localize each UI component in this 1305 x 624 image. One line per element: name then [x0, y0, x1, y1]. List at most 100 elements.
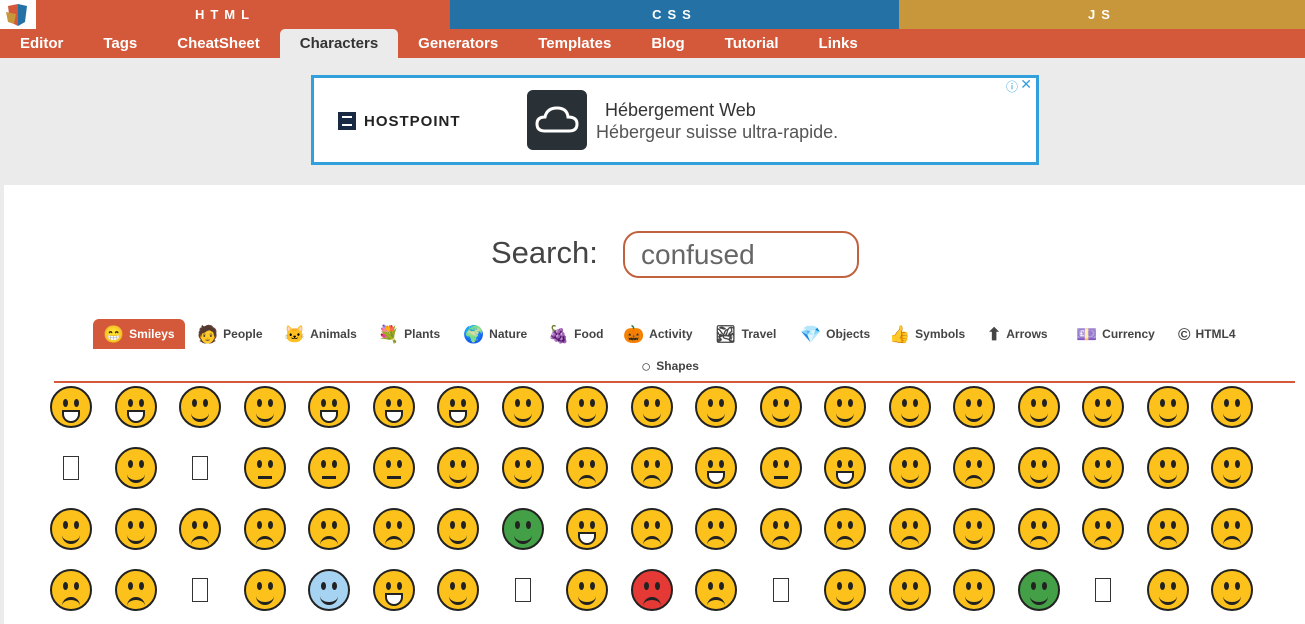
rolling-on-floor-laughing-icon[interactable]	[241, 383, 289, 431]
hushed-face-icon[interactable]	[692, 444, 740, 492]
hugging-face-icon[interactable]	[1208, 383, 1256, 431]
category-tab-nature[interactable]: 🌍 Nature	[463, 319, 527, 349]
face-with-tears-of-joy-icon[interactable]	[176, 383, 224, 431]
category-tab-shapes[interactable]: ○ Shapes	[641, 351, 699, 381]
grinning-sweat-icon[interactable]	[434, 383, 482, 431]
money-mouth-face-icon[interactable]	[499, 505, 547, 553]
winking-tongue-icon[interactable]	[1208, 444, 1256, 492]
neutral-face-icon[interactable]	[241, 444, 289, 492]
angry-face-icon[interactable]	[692, 566, 740, 614]
smirking-face-icon[interactable]	[499, 444, 547, 492]
winking-face-icon[interactable]	[563, 383, 611, 431]
heart-eyes-icon[interactable]	[821, 383, 869, 431]
expressionless-face-icon[interactable]	[305, 444, 353, 492]
confounded-face-icon[interactable]	[757, 505, 805, 553]
missing-glyph-icon[interactable]	[757, 566, 805, 614]
face-with-thermometer-icon[interactable]	[886, 566, 934, 614]
info-icon[interactable]: ⓘ	[1006, 78, 1018, 95]
slightly-smiling-face-icon[interactable]	[1144, 383, 1192, 431]
astonished-face-icon[interactable]	[563, 505, 611, 553]
missing-glyph-icon[interactable]	[176, 444, 224, 492]
face-rolling-eyes-icon[interactable]	[434, 444, 482, 492]
slightly-frowning-face-icon[interactable]	[692, 505, 740, 553]
pouting-face-icon[interactable]	[628, 566, 676, 614]
face-with-steam-icon[interactable]	[950, 505, 998, 553]
anxious-sweat-icon[interactable]	[305, 566, 353, 614]
tired-face-icon[interactable]	[950, 444, 998, 492]
category-tab-plants[interactable]: 💐 Plants	[378, 319, 440, 349]
frowning-open-mouth-icon[interactable]	[1144, 505, 1192, 553]
zipper-mouth-face-icon[interactable]	[757, 444, 805, 492]
nav-item-generators[interactable]: Generators	[398, 29, 518, 58]
category-tab-arrows[interactable]: ⬆ Arrows	[987, 319, 1048, 349]
nav-item-blog[interactable]: Blog	[631, 29, 704, 58]
grimacing-face-icon[interactable]	[241, 566, 289, 614]
category-tab-currency[interactable]: 💷 Currency	[1076, 319, 1155, 349]
squinting-tongue-icon[interactable]	[47, 505, 95, 553]
face-with-mask-icon[interactable]	[821, 566, 869, 614]
grinning-smiling-eyes-icon[interactable]	[370, 383, 418, 431]
nav-item-editor[interactable]: Editor	[0, 29, 83, 58]
kissing-smiling-eyes-icon[interactable]	[1015, 383, 1063, 431]
unamused-face-icon[interactable]	[176, 505, 224, 553]
savoring-food-icon[interactable]	[692, 383, 740, 431]
nav-item-tags[interactable]: Tags	[83, 29, 157, 58]
search-input[interactable]	[623, 231, 859, 278]
advertisement-banner[interactable]: HOSTPOINT Hébergement Web Hébergeur suis…	[311, 75, 1039, 165]
persevering-face-icon[interactable]	[563, 444, 611, 492]
drooling-face-icon[interactable]	[112, 505, 160, 553]
dizzy-face-icon[interactable]	[563, 566, 611, 614]
weary-face-icon[interactable]	[112, 566, 160, 614]
beaming-face-icon[interactable]	[112, 383, 160, 431]
grimacing-face-icon[interactable]	[434, 505, 482, 553]
downcast-sweat-icon[interactable]	[241, 505, 289, 553]
relieved-face-icon[interactable]	[1079, 444, 1127, 492]
nav-item-tutorial[interactable]: Tutorial	[705, 29, 799, 58]
missing-glyph-icon[interactable]	[1079, 566, 1127, 614]
smiling-face-open-mouth-icon[interactable]	[305, 383, 353, 431]
missing-glyph-icon[interactable]	[499, 566, 547, 614]
face-without-mouth-icon[interactable]	[370, 444, 418, 492]
kissing-face-icon[interactable]	[950, 383, 998, 431]
missing-glyph-icon[interactable]	[47, 444, 95, 492]
category-tab-objects[interactable]: 💎 Objects	[800, 319, 870, 349]
category-tab-html4[interactable]: © HTML4	[1178, 319, 1236, 349]
face-open-mouth-icon[interactable]	[821, 444, 869, 492]
html-shield-logo-icon[interactable]	[0, 0, 36, 29]
nav-item-cheatsheet[interactable]: CheatSheet	[157, 29, 280, 58]
crying-face-icon[interactable]	[1015, 505, 1063, 553]
face-with-tongue-icon[interactable]	[1144, 444, 1192, 492]
missing-glyph-icon[interactable]	[176, 566, 224, 614]
html-section-tab[interactable]: HTML	[0, 0, 450, 29]
category-tab-people[interactable]: 🧑 People	[197, 319, 263, 349]
css-section-tab[interactable]: CSS	[450, 0, 899, 29]
category-tab-symbols[interactable]: 👍 Symbols	[889, 319, 965, 349]
sad-relieved-face-icon[interactable]	[628, 444, 676, 492]
flushed-face-icon[interactable]	[434, 566, 482, 614]
nav-item-characters[interactable]: Characters	[279, 29, 399, 58]
nav-item-templates[interactable]: Templates	[518, 29, 631, 58]
category-tab-food[interactable]: 🍇 Food	[548, 319, 604, 349]
squinting-face-icon[interactable]	[499, 383, 547, 431]
confused-face-icon[interactable]	[370, 505, 418, 553]
smiling-blush-icon[interactable]	[628, 383, 676, 431]
loudly-crying-face-icon[interactable]	[1079, 505, 1127, 553]
grinning-face-icon[interactable]	[47, 383, 95, 431]
pensive-face-icon[interactable]	[305, 505, 353, 553]
sleepy-face-icon[interactable]	[886, 444, 934, 492]
category-tab-animals[interactable]: 🐱 Animals	[284, 319, 357, 349]
thinking-face-icon[interactable]	[112, 444, 160, 492]
fearful-face-icon[interactable]	[47, 566, 95, 614]
disappointed-face-icon[interactable]	[821, 505, 869, 553]
sunglasses-face-icon[interactable]	[757, 383, 805, 431]
js-section-tab[interactable]: JS	[899, 0, 1305, 29]
category-tab-activity[interactable]: 🎃 Activity	[623, 319, 693, 349]
nav-item-links[interactable]: Links	[799, 29, 878, 58]
face-blowing-kiss-icon[interactable]	[886, 383, 934, 431]
smiling-halo-icon[interactable]	[1208, 566, 1256, 614]
head-bandage-icon[interactable]	[950, 566, 998, 614]
category-tab-smileys[interactable]: 😁 Smileys	[93, 319, 185, 349]
sneezing-face-icon[interactable]	[1144, 566, 1192, 614]
frowning-face-icon[interactable]	[628, 505, 676, 553]
category-tab-travel[interactable]: 🏞 Travel	[715, 319, 776, 349]
